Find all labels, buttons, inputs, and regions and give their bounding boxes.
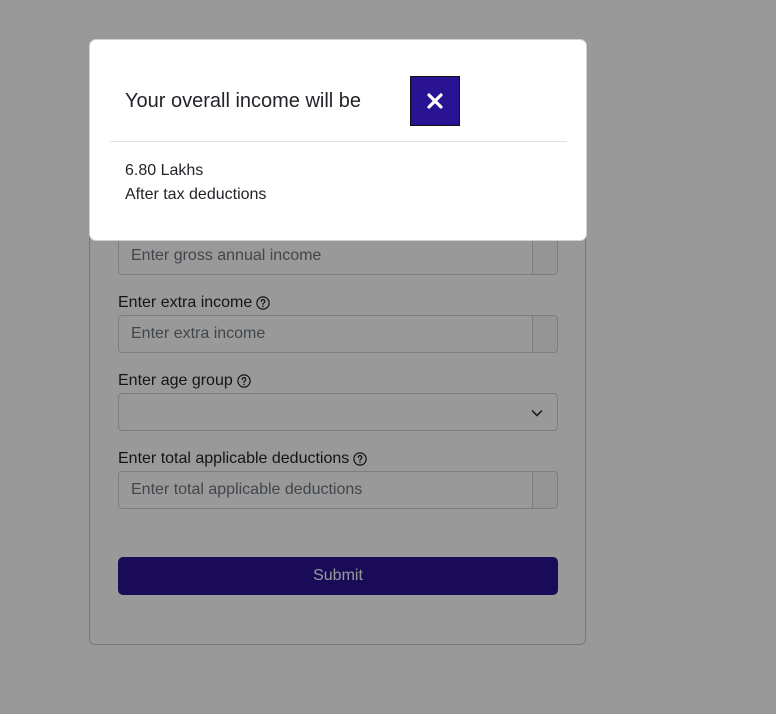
- result-modal: Your overall income will be 6.80 Lakhs A…: [89, 39, 587, 241]
- close-button[interactable]: [410, 76, 460, 126]
- income-amount: 6.80 Lakhs: [125, 162, 204, 179]
- income-note: After tax deductions: [125, 186, 267, 203]
- modal-title: Your overall income will be: [125, 90, 362, 112]
- close-icon: [427, 93, 443, 109]
- modal-divider: [110, 141, 567, 142]
